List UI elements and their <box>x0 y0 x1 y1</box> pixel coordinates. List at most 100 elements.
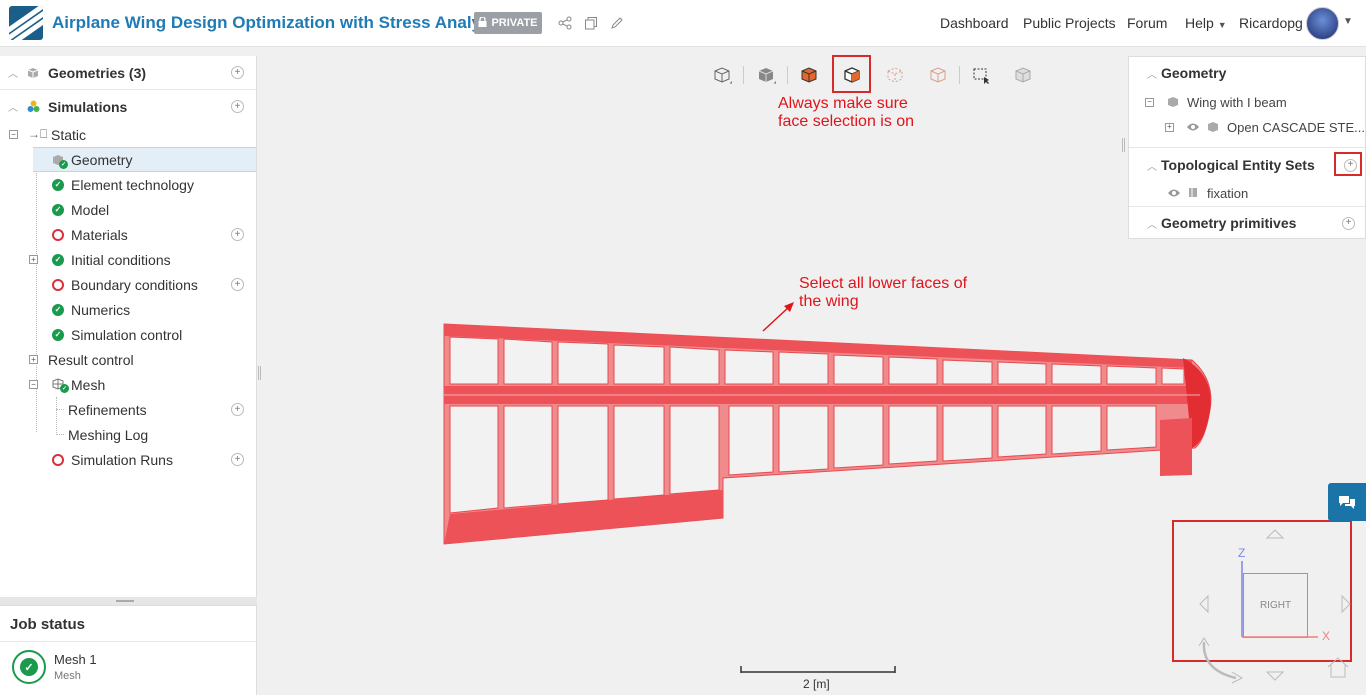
tree-refinements[interactable]: Refinements + <box>0 397 256 422</box>
user-menu-chevron-icon[interactable]: ▼ <box>1343 16 1353 27</box>
check-icon: ✓ <box>52 328 64 341</box>
eye-icon[interactable] <box>1167 188 1181 198</box>
left-resize-handle[interactable] <box>258 366 261 380</box>
tree-element-technology[interactable]: ✓ Element technology <box>0 172 256 197</box>
add-refinement-button[interactable]: + <box>231 403 244 416</box>
lock-icon <box>478 15 487 30</box>
tree-geometries[interactable]: ︿ Geometries (3) + <box>0 60 256 85</box>
geometry-cascade-row[interactable]: + Open CASCADE STE... <box>1129 115 1365 139</box>
geometry-cascade-label: Open CASCADE STE... <box>1227 119 1365 135</box>
tree-boundary-conditions[interactable]: Boundary conditions + <box>0 272 256 297</box>
toolbar-separator <box>743 66 744 84</box>
add-material-button[interactable]: + <box>231 228 244 241</box>
select-vertex-button[interactable] <box>925 63 951 87</box>
solid-icon <box>1208 122 1218 132</box>
nav-public-projects[interactable]: Public Projects <box>1023 15 1116 31</box>
geometry-section-header[interactable]: ︿ Geometry <box>1129 61 1365 85</box>
rotate-right-icon[interactable] <box>1340 594 1352 614</box>
tree-meshing-log-label: Meshing Log <box>68 426 149 443</box>
geometry-wing-row[interactable]: − Wing with I beam <box>1129 90 1365 114</box>
tree-materials-label: Materials <box>71 226 128 243</box>
tree-simulation-control[interactable]: ✓ Simulation control <box>0 322 256 347</box>
add-simulation-run-button[interactable]: + <box>231 453 244 466</box>
rotate-roll-icon[interactable] <box>1196 636 1246 684</box>
topological-fixation-label: fixation <box>1207 185 1249 201</box>
tree-model[interactable]: ✓ Model <box>0 197 256 222</box>
chevron-up-icon[interactable]: ︿ <box>1147 216 1157 231</box>
face-selection-annotation: Always make sure face selection is on <box>778 95 914 131</box>
tree-numerics[interactable]: ✓ Numerics <box>0 297 256 322</box>
collapse-icon[interactable]: − <box>9 130 18 139</box>
geometry-primitives-header[interactable]: ︿ Geometry primitives + <box>1129 211 1365 235</box>
avatar[interactable] <box>1306 7 1339 40</box>
job-success-icon: ✓ <box>12 650 46 684</box>
expand-icon[interactable]: + <box>29 255 38 264</box>
collapse-icon[interactable]: − <box>29 380 38 389</box>
rotate-left-icon[interactable] <box>1198 594 1210 614</box>
home-view-icon[interactable] <box>1326 656 1350 678</box>
tree-result-control[interactable]: + Result control <box>0 347 256 372</box>
transparency-button[interactable] <box>1010 63 1036 87</box>
tree-mesh-label: Mesh <box>71 376 106 393</box>
chevron-up-icon[interactable]: ︿ <box>8 65 18 80</box>
share-icon[interactable] <box>557 15 573 31</box>
check-icon: ✓ <box>52 178 64 191</box>
right-resize-handle[interactable] <box>1122 138 1125 152</box>
select-solid-button[interactable] <box>709 63 735 87</box>
tree-simulations[interactable]: ︿ Simulations + <box>0 94 256 119</box>
tree-element-technology-label: Element technology <box>71 176 194 193</box>
expand-icon[interactable]: + <box>29 355 38 364</box>
rotate-up-icon[interactable] <box>1265 528 1285 540</box>
tree-simulation-runs[interactable]: Simulation Runs + <box>0 447 256 472</box>
add-boundary-condition-button[interactable]: + <box>231 278 244 291</box>
box-select-button[interactable] <box>968 63 994 87</box>
lower-faces-annotation: Select all lower faces of the wing <box>799 275 967 311</box>
collapse-icon[interactable]: − <box>1145 97 1154 107</box>
chevron-up-icon[interactable]: ︿ <box>1147 66 1157 81</box>
select-body-button[interactable] <box>796 63 822 87</box>
job-name[interactable]: Mesh 1 <box>54 652 97 667</box>
add-simulation-button[interactable]: + <box>231 100 244 113</box>
nav-help[interactable]: Help ▼ <box>1185 15 1227 31</box>
cube-solid-icon <box>758 68 776 84</box>
chat-button[interactable] <box>1328 483 1366 521</box>
edit-pencil-icon[interactable] <box>609 15 625 31</box>
wing-model[interactable] <box>440 320 1220 550</box>
user-name[interactable]: Ricardopg <box>1239 15 1303 31</box>
tree-static[interactable]: − →⎕ Static <box>0 122 256 147</box>
expand-icon[interactable]: + <box>1165 122 1174 132</box>
rotate-down-icon[interactable] <box>1265 670 1285 682</box>
toolbar-separator <box>959 66 960 84</box>
face-selection-highlight <box>832 55 871 93</box>
tree-numerics-label: Numerics <box>71 301 131 318</box>
cube-orange-icon <box>801 67 817 83</box>
tree-geometry[interactable]: ✓ Geometry <box>33 147 256 172</box>
add-geometry-primitive-button[interactable]: + <box>1342 216 1355 230</box>
nav-forum[interactable]: Forum <box>1127 15 1167 31</box>
tree-simulation-runs-label: Simulation Runs <box>71 451 173 468</box>
geometry-icon <box>1168 97 1178 107</box>
chevron-up-icon[interactable]: ︿ <box>8 99 18 114</box>
panel-splitter[interactable] <box>0 597 257 605</box>
cube-outline-icon <box>714 67 732 84</box>
scale-label: 2 [m] <box>803 677 830 691</box>
drag-handle-icon[interactable] <box>116 600 134 602</box>
select-volume-button[interactable] <box>753 63 779 87</box>
copy-icon[interactable] <box>583 15 599 31</box>
simscale-logo-icon[interactable] <box>9 6 43 40</box>
chevron-up-icon[interactable]: ︿ <box>1147 158 1157 173</box>
nav-dashboard[interactable]: Dashboard <box>940 15 1009 31</box>
tree-mesh[interactable]: − ✓ Mesh <box>0 372 256 397</box>
eye-icon[interactable] <box>1186 122 1200 132</box>
select-edge-button[interactable] <box>882 63 908 87</box>
simulations-icon <box>27 100 40 112</box>
tree-guide <box>56 434 64 435</box>
topological-sets-header[interactable]: ︿ Topological Entity Sets + <box>1129 153 1365 177</box>
tree-initial-conditions[interactable]: + ✓ Initial conditions <box>0 247 256 272</box>
tree-meshing-log[interactable]: Meshing Log <box>0 422 256 447</box>
add-geometry-button[interactable]: + <box>231 66 244 79</box>
warning-ring-icon <box>52 228 64 241</box>
tree-materials[interactable]: Materials + <box>0 222 256 247</box>
edge-select-icon <box>887 67 903 83</box>
topological-fixation-row[interactable]: fixation <box>1129 181 1365 205</box>
